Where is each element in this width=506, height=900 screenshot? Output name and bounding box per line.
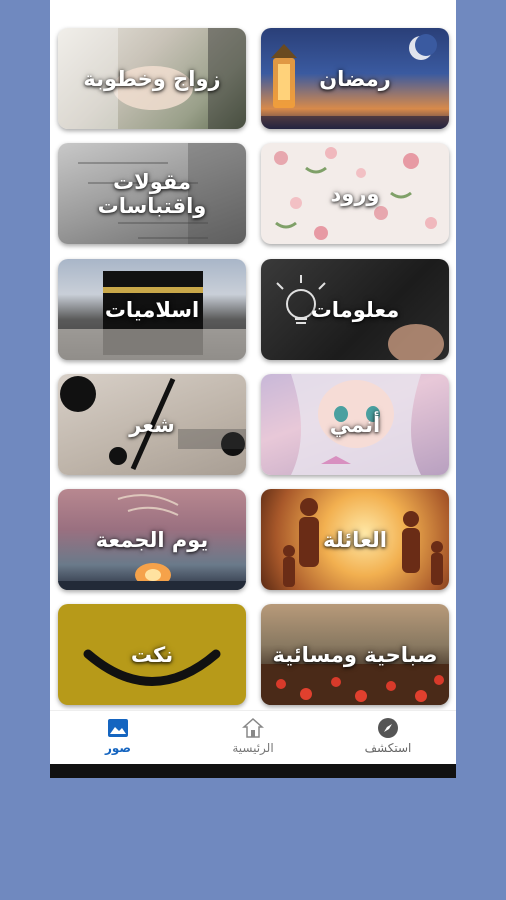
nav-photos[interactable]: صور [68, 715, 168, 761]
category-card-morning[interactable]: صباحية ومسائية [261, 604, 449, 705]
category-label: العائلة [322, 527, 387, 552]
system-navigation-bar [50, 764, 456, 778]
category-label: ورود [330, 181, 380, 206]
compass-icon [378, 718, 398, 738]
category-card-jokes[interactable]: نكت [58, 604, 246, 705]
category-label: شعر [129, 412, 175, 437]
category-card-wedding[interactable]: زواج وخطوبة [58, 28, 246, 129]
category-card-friday[interactable]: يوم الجمعة [58, 489, 246, 590]
category-card-islamic[interactable]: اسلاميات [58, 259, 246, 360]
app-screen: رمضان زواج وخطوبة ورود مقولات واقتباسات … [50, 0, 456, 778]
category-label: مقولات واقتباسات [97, 169, 207, 218]
category-label: يوم الجمعة [95, 527, 209, 552]
category-label: اسلاميات [104, 297, 200, 322]
category-card-poetry[interactable]: شعر [58, 374, 246, 475]
nav-home-label: الرئيسية [232, 741, 274, 755]
category-card-quotes[interactable]: مقولات واقتباسات [58, 143, 246, 244]
nav-photos-label: صور [104, 741, 132, 755]
category-card-roses[interactable]: ورود [261, 143, 449, 244]
category-card-info[interactable]: معلومات [261, 259, 449, 360]
category-label: زواج وخطوبة [83, 66, 221, 91]
category-label: أنمي [329, 412, 381, 437]
bottom-navigation: استكشف الرئيسية صور [50, 710, 456, 765]
category-card-family[interactable]: العائلة [261, 489, 449, 590]
category-card-ramadan[interactable]: رمضان [261, 28, 449, 129]
category-label: معلومات [310, 297, 400, 322]
nav-explore-label: استكشف [364, 741, 412, 755]
category-grid: رمضان زواج وخطوبة ورود مقولات واقتباسات … [50, 0, 456, 710]
category-label: صباحية ومسائية [272, 642, 438, 667]
image-icon [108, 719, 128, 737]
category-label: رمضان [319, 66, 391, 91]
house-icon [242, 717, 264, 738]
nav-explore[interactable]: استكشف [338, 715, 438, 761]
nav-home[interactable]: الرئيسية [203, 715, 303, 761]
category-label: نكت [130, 642, 174, 667]
category-card-anime[interactable]: أنمي [261, 374, 449, 475]
